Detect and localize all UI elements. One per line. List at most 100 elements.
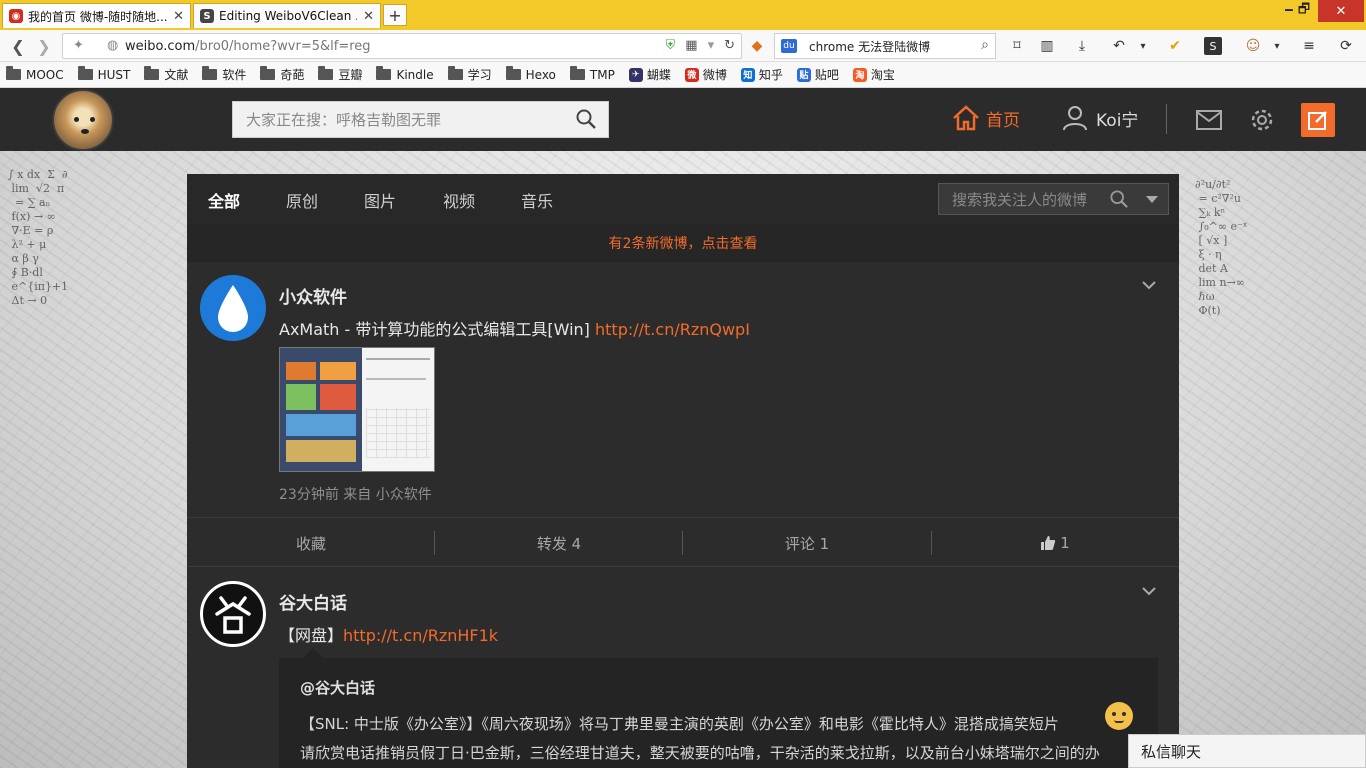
bookmark-item[interactable]: ✈ 蝴蝶 <box>628 66 671 83</box>
repost-line: 请欣赏电话推销员假丁日·巴金斯，三俗经理甘道夫，整天被要的咕噜，干杂活的莱戈拉斯… <box>300 744 1100 762</box>
check-icon[interactable]: ✔ <box>1166 37 1184 55</box>
folder-icon <box>260 66 276 80</box>
profile-icon[interactable]: ☺ <box>1244 37 1262 55</box>
extension-icon[interactable]: ◆ <box>748 37 766 55</box>
compose-button[interactable] <box>1301 103 1335 137</box>
bookmark-item[interactable]: TMP <box>569 66 615 82</box>
menu-icon[interactable]: ≡ <box>1300 37 1318 55</box>
post-image[interactable] <box>279 347 435 472</box>
settings-button[interactable] <box>1249 107 1275 133</box>
tab-close-icon[interactable]: ✕ <box>363 9 374 24</box>
close-window-button[interactable]: ✕ <box>1318 0 1364 22</box>
private-chat-tab[interactable]: 私信聊天 <box>1128 734 1366 768</box>
site-favicon-icon: 微 <box>684 67 699 82</box>
script-icon[interactable]: S <box>1204 37 1222 55</box>
bookmark-item[interactable]: HUST <box>77 66 130 82</box>
feed-search-placeholder: 搜索我关注人的微博 <box>952 190 1088 209</box>
messages-button[interactable] <box>1196 107 1222 133</box>
feed-tab-all[interactable]: 全部 <box>208 188 240 212</box>
undo-icon[interactable]: ↶ <box>1110 37 1128 55</box>
restore-button[interactable]: 🗗 <box>1292 0 1316 22</box>
post-link[interactable]: http://t.cn/RznHF1k <box>343 626 498 645</box>
bookmark-item[interactable]: 豆瓣 <box>318 66 362 83</box>
feed-panel: 全部 原创 图片 视频 音乐 搜索我关注人的微博 有2条新微博，点击查看 小众软… <box>187 174 1179 768</box>
tab-close-icon[interactable]: ✕ <box>173 9 184 24</box>
feed-tab-pictures[interactable]: 图片 <box>364 188 396 212</box>
search-icon[interactable]: ⌕ <box>981 37 989 53</box>
author-avatar[interactable] <box>200 581 266 647</box>
download-icon[interactable]: ⤓ <box>1073 37 1091 55</box>
bookmark-label: 奇葩 <box>280 68 305 82</box>
folder-icon <box>505 66 521 80</box>
bookmark-icon[interactable]: ⌑ <box>1008 37 1026 55</box>
user-profile-link[interactable]: Koi宁 <box>1062 105 1138 131</box>
bookmark-item[interactable]: Kindle <box>376 66 434 82</box>
bookmark-item[interactable]: MOOC <box>6 66 64 82</box>
bookmark-item[interactable]: Hexo <box>505 66 556 82</box>
profile-menu-icon[interactable]: ▾ <box>1268 37 1286 55</box>
back-icon[interactable]: ❮ <box>8 36 28 56</box>
feed-tabs: 全部 原创 图片 视频 音乐 搜索我关注人的微博 <box>187 174 1179 224</box>
bookmark-item[interactable]: 奇葩 <box>260 66 304 83</box>
post-meta: 23分钟前 来自 小众软件 <box>279 487 432 503</box>
bookmark-item[interactable]: 学习 <box>447 66 492 83</box>
bookmark-label: MOOC <box>26 67 64 82</box>
sync-icon[interactable]: ⟳ <box>1337 37 1355 55</box>
new-tab-button[interactable]: + <box>383 4 407 26</box>
tab-editing[interactable]: S Editing WeiboV6Clean ... ✕ <box>193 3 381 28</box>
post-author[interactable]: 小众软件 <box>279 283 347 308</box>
author-avatar[interactable] <box>200 275 266 341</box>
post-body: 【网盘】 <box>279 626 344 645</box>
forward-icon[interactable]: ❯ <box>34 36 54 56</box>
chevron-down-icon[interactable] <box>1141 583 1157 599</box>
feed-tab-music[interactable]: 音乐 <box>521 188 553 212</box>
thumbs-up-icon <box>1041 536 1056 550</box>
dropdown-icon[interactable]: ▾ <box>708 38 715 53</box>
address-bar[interactable]: ✦ ◍ weibo.com/bro0/home?wvr=5&lf=reg ⛨ ▦… <box>62 33 742 59</box>
bookmark-item[interactable]: 淘淘宝 <box>852 66 895 83</box>
bookmark-item[interactable]: 软件 <box>202 66 246 83</box>
feed-search-input[interactable]: 搜索我关注人的微博 <box>938 183 1169 215</box>
qr-code-icon[interactable]: ▦ <box>685 38 697 53</box>
undo-menu-icon[interactable]: ▾ <box>1134 37 1152 55</box>
new-posts-notice[interactable]: 有2条新微博，点击查看 <box>187 224 1179 262</box>
tab-weibo-home[interactable]: ◉ 我的首页 微博-随时随地... ✕ <box>2 3 191 28</box>
comment-button[interactable]: 评论 1 <box>683 518 931 568</box>
bookmark-label: Hexo <box>525 67 556 82</box>
like-button[interactable]: 1 <box>931 518 1179 568</box>
nav-divider <box>1166 104 1167 134</box>
bookmark-label: 淘宝 <box>870 68 895 82</box>
reposted-content: @谷大白话 【SNL: 中士版《办公室》】《周六夜现场》将马丁弗里曼主演的英剧《… <box>279 648 1158 768</box>
bookmark-item[interactable]: 贴贴吧 <box>796 66 839 83</box>
top-search-input[interactable]: 大家正在搜：呼格吉勒图无罪 <box>232 101 609 138</box>
feed-post: 谷大白话 【网盘】http://t.cn/RznHF1k @谷大白话 【SNL:… <box>187 568 1179 768</box>
post-link[interactable]: http://t.cn/RznQwpI <box>595 320 750 339</box>
reader-icon[interactable]: ▥ <box>1038 37 1056 55</box>
water-drop-icon <box>218 285 248 332</box>
reload-icon[interactable]: ↻ <box>724 38 735 53</box>
site-favicon-icon: ✈ <box>628 67 643 82</box>
repost-author[interactable]: @谷大白话 <box>300 677 375 698</box>
post-author[interactable]: 谷大白话 <box>279 589 347 614</box>
feed-tab-videos[interactable]: 视频 <box>443 188 475 212</box>
search-icon[interactable] <box>1110 190 1128 208</box>
bookmark-item[interactable]: 文献 <box>144 66 188 83</box>
feed-tab-original[interactable]: 原创 <box>286 188 318 212</box>
site-avatar-logo[interactable] <box>52 89 114 151</box>
gear-icon <box>1251 109 1273 131</box>
repost-button[interactable]: 转发 4 <box>435 518 683 568</box>
site-favicon-icon: 贴 <box>796 67 811 82</box>
bookmark-label: 软件 <box>222 68 247 82</box>
bookmark-item[interactable]: 知知乎 <box>740 66 783 83</box>
search-icon[interactable] <box>576 109 596 129</box>
shield-icon[interactable]: ⛨ <box>666 38 676 53</box>
bookmark-item[interactable]: 微微博 <box>684 66 727 83</box>
folder-icon <box>318 66 334 80</box>
search-engine-box[interactable]: du chrome 无法登陆微博 ⌕ <box>774 33 996 59</box>
chevron-down-icon[interactable] <box>1141 277 1157 293</box>
bookmark-label: 学习 <box>467 68 492 82</box>
favorite-button[interactable]: 收藏 <box>187 518 435 568</box>
home-link[interactable]: 首页 <box>952 105 1020 131</box>
chevron-down-icon[interactable] <box>1146 196 1158 203</box>
bookmarks-bar: MOOC HUST 文献 软件 奇葩 豆瓣 Kindle 学习 Hexo TMP ✈ 蝴蝶微微博知知乎… <box>0 62 1366 88</box>
